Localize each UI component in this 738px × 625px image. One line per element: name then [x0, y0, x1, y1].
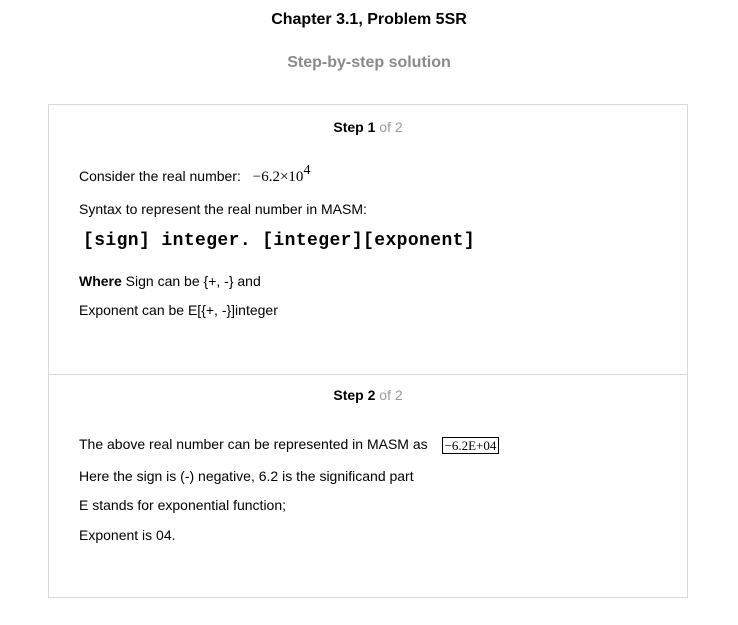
step-1-number: 1 [367, 119, 376, 135]
step-1-label: Step [333, 119, 364, 135]
real-number-mantissa: −6.2×10 [252, 169, 304, 185]
step-2-of: of 2 [379, 387, 403, 403]
step-divider [49, 374, 687, 375]
step-1-header: Step 1 of 2 [49, 119, 687, 135]
solution-subtitle: Step-by-step solution [287, 54, 451, 71]
where-line: Where Sign can be {+, -} and [79, 273, 261, 289]
solution-card: Step 1 of 2 Consider the real number: −6… [48, 104, 688, 598]
sign-line: Here the sign is (-) negative, 6.2 is th… [79, 468, 414, 484]
exponent-rule: Exponent can be E[{+, -}]integer [79, 302, 278, 318]
exponent-line: Exponent is 04. [79, 527, 176, 543]
step-2-label: Step [333, 387, 364, 403]
step-2-header: Step 2 of 2 [49, 387, 687, 403]
syntax-intro: Syntax to represent the real number in M… [79, 201, 367, 217]
masm-syntax: [sign] integer. [integer][exponent] [83, 231, 476, 251]
where-text: Sign can be {+, -} and [121, 273, 261, 289]
step-2-number: 2 [367, 387, 376, 403]
e-line: E stands for exponential function; [79, 497, 287, 513]
where-keyword: Where [79, 273, 122, 289]
masm-answer-box: −6.2E+04 [441, 437, 500, 454]
real-number-exponent: 4 [303, 163, 311, 178]
consider-label: Consider the real number: [79, 168, 241, 184]
step-1-of: of 2 [379, 119, 403, 135]
represented-line: The above real number can be represented… [79, 436, 500, 454]
real-number-expression: −6.2×104 [252, 164, 311, 186]
page-title: Chapter 3.1, Problem 5SR [271, 11, 467, 28]
consider-line: Consider the real number: −6.2×104 [79, 164, 311, 186]
represented-text: The above real number can be represented… [79, 436, 428, 452]
